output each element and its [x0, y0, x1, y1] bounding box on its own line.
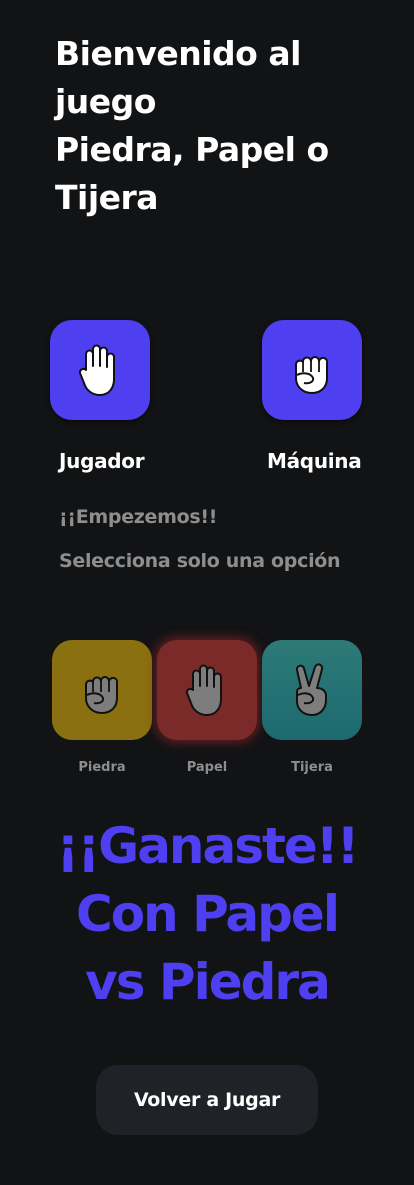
option-rock-label: Piedra — [78, 760, 126, 775]
title-line: Bienvenido al — [55, 34, 301, 73]
option-paper-label: Papel — [186, 760, 228, 775]
fist-icon — [295, 356, 329, 394]
option-scissors-button[interactable] — [262, 640, 362, 740]
play-again-button[interactable]: Volver a Jugar — [96, 1065, 318, 1135]
title-line: Tijera — [55, 178, 159, 217]
result-line: ¡¡Ganaste!! — [56, 817, 360, 875]
hand-open-icon — [185, 664, 222, 716]
title-line: juego — [55, 82, 156, 121]
machine-label: Máquina — [267, 449, 362, 473]
peace-hand-icon — [295, 663, 327, 716]
start-message: ¡¡Empezemos!! — [59, 506, 218, 528]
result-line: Con Papel — [76, 885, 340, 943]
player-choice-box — [50, 320, 150, 420]
option-rock-button[interactable] — [52, 640, 152, 740]
result-message: ¡¡Ganaste!! Con Papel vs Piedra — [20, 812, 394, 1016]
fist-icon — [85, 676, 119, 714]
option-scissors-label: Tijera — [291, 760, 333, 775]
page-title: Bienvenido al juego Piedra, Papel o Tije… — [55, 30, 385, 222]
instruction-message: Selecciona solo una opción — [59, 550, 341, 572]
machine-choice-box — [262, 320, 362, 420]
player-label: Jugador — [59, 449, 145, 473]
title-line: Piedra, Papel o — [55, 130, 329, 169]
hand-open-icon — [78, 344, 115, 396]
result-line: vs Piedra — [85, 953, 331, 1011]
option-paper-button[interactable] — [157, 640, 257, 740]
